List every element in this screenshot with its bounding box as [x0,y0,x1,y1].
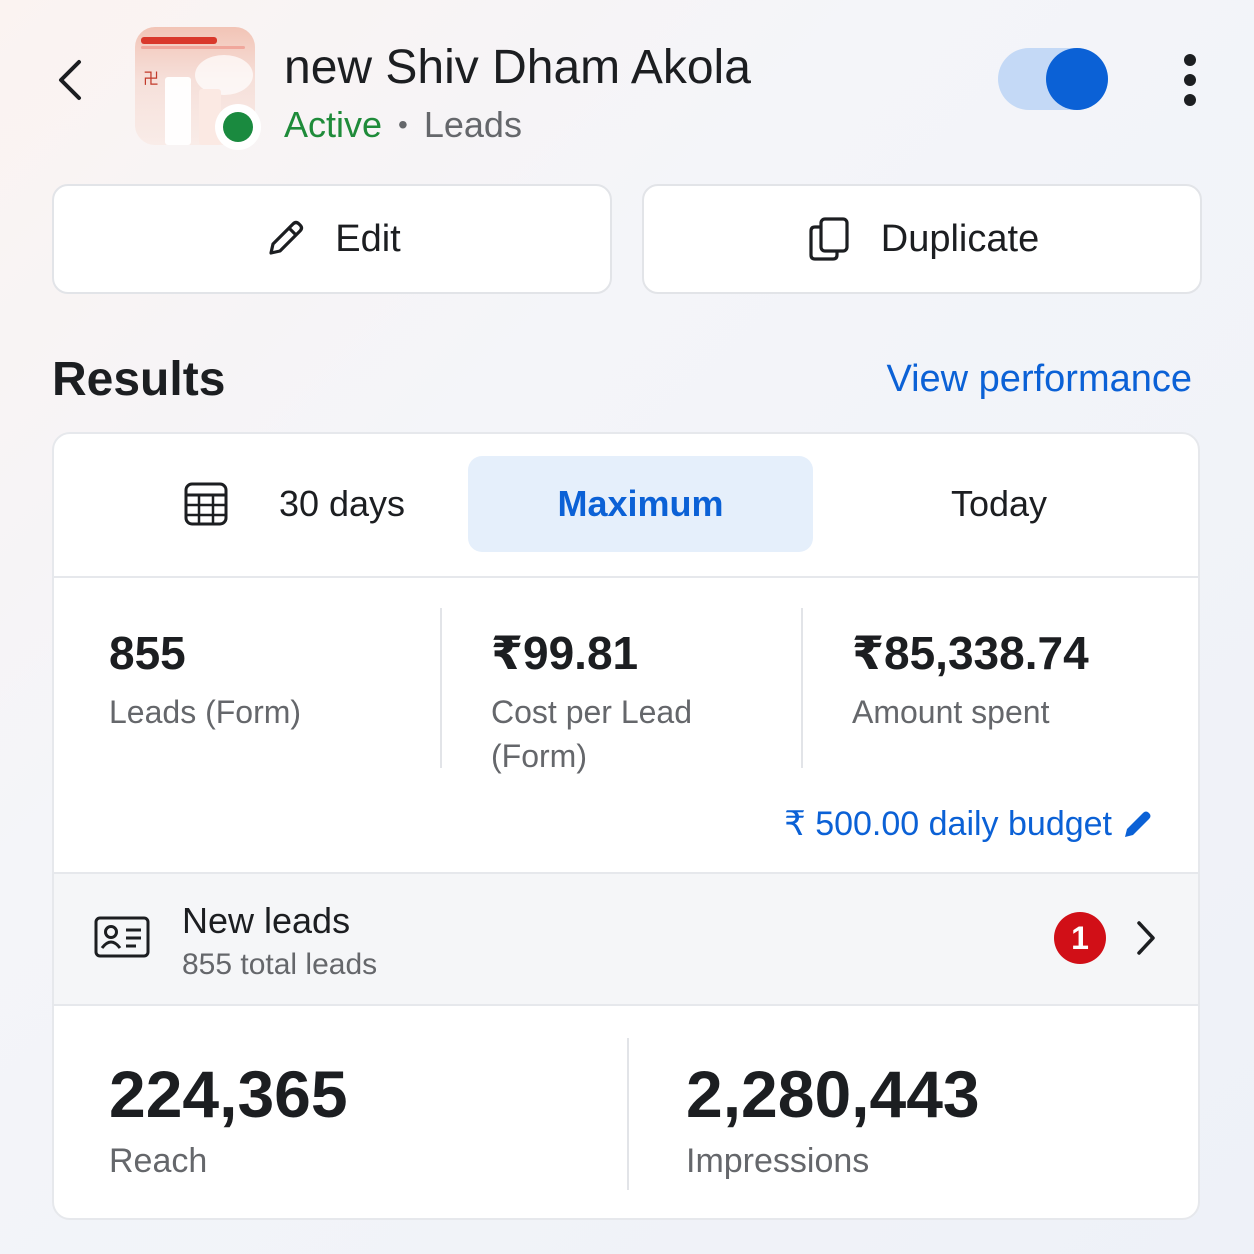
impressions-label: Impressions [686,1142,870,1180]
pencil-icon [269,220,304,255]
reach-label: Reach [109,1142,208,1180]
metric-impressions: 2,280,443 Impressions [686,1056,980,1181]
chevron-right-icon [1137,921,1155,955]
campaign-subtitle: Active • Leads [284,104,522,146]
metric-divider [627,1038,629,1190]
results-heading: Results [52,353,226,406]
metric-value: ₹99.81 [491,627,639,679]
daily-budget-link[interactable]: ₹ 500.00 daily budget [784,804,1154,844]
metric-label: Amount spent [852,694,1050,730]
tab-30-days[interactable]: 30 days [144,456,444,552]
metrics-row: 855 Leads (Form) ₹99.81 Cost per Lead (F… [54,576,1198,874]
edit-button[interactable]: Edit [52,184,612,294]
chevron-left-icon [59,60,81,100]
metric-leads: 855 Leads (Form) [109,626,301,734]
calendar-icon [184,482,228,526]
contact-card-icon [94,916,150,958]
metric-divider [801,608,803,768]
duplicate-label: Duplicate [880,217,1040,260]
new-leads-subtitle: 855 total leads [182,948,378,981]
subtitle-separator: • [398,109,408,140]
pencil-icon [1125,811,1151,837]
metric-label: Leads (Form) [109,694,302,730]
view-performance-link[interactable]: View performance [886,358,1192,401]
new-leads-row[interactable]: New leads 855 total leads 1 [54,874,1198,1006]
campaign-title: new Shiv Dham Akola [284,41,751,94]
duplicate-button[interactable]: Duplicate [642,184,1202,294]
metric-reach: 224,365 Reach [109,1056,348,1181]
campaign-toggle[interactable] [998,48,1108,110]
edit-label: Edit [335,217,401,260]
tab-today[interactable]: Today [854,456,1144,552]
impressions-value: 2,280,443 [686,1057,980,1131]
active-status-dot [215,104,261,150]
new-leads-title: New leads [182,900,351,941]
daily-budget-label: ₹ 500.00 daily budget [784,805,1112,843]
reach-impressions-row: 224,365 Reach 2,280,443 Impressions [54,1006,1198,1218]
metric-cost-per-lead: ₹99.81 Cost per Lead (Form) [491,626,741,778]
metric-divider [440,608,442,768]
tab-30-days-label: 30 days [278,483,406,524]
metric-value: 855 [109,627,186,679]
copy-icon [809,217,849,261]
results-card: 30 days Maximum Today 855 Leads (Form) ₹… [52,432,1200,1220]
metric-amount-spent: ₹85,338.74 Amount spent [852,626,1089,734]
objective-text: Leads [423,104,522,145]
metric-label: Cost per Lead (Form) [491,694,693,774]
new-leads-badge: 1 [1054,912,1106,964]
back-button[interactable] [40,50,100,110]
reach-value: 224,365 [109,1057,348,1131]
status-text: Active [284,104,383,145]
date-range-tabs: 30 days Maximum Today [54,434,1198,578]
tab-maximum[interactable]: Maximum [468,456,813,552]
more-options-icon[interactable] [1166,50,1214,110]
metric-value: ₹85,338.74 [852,627,1089,679]
